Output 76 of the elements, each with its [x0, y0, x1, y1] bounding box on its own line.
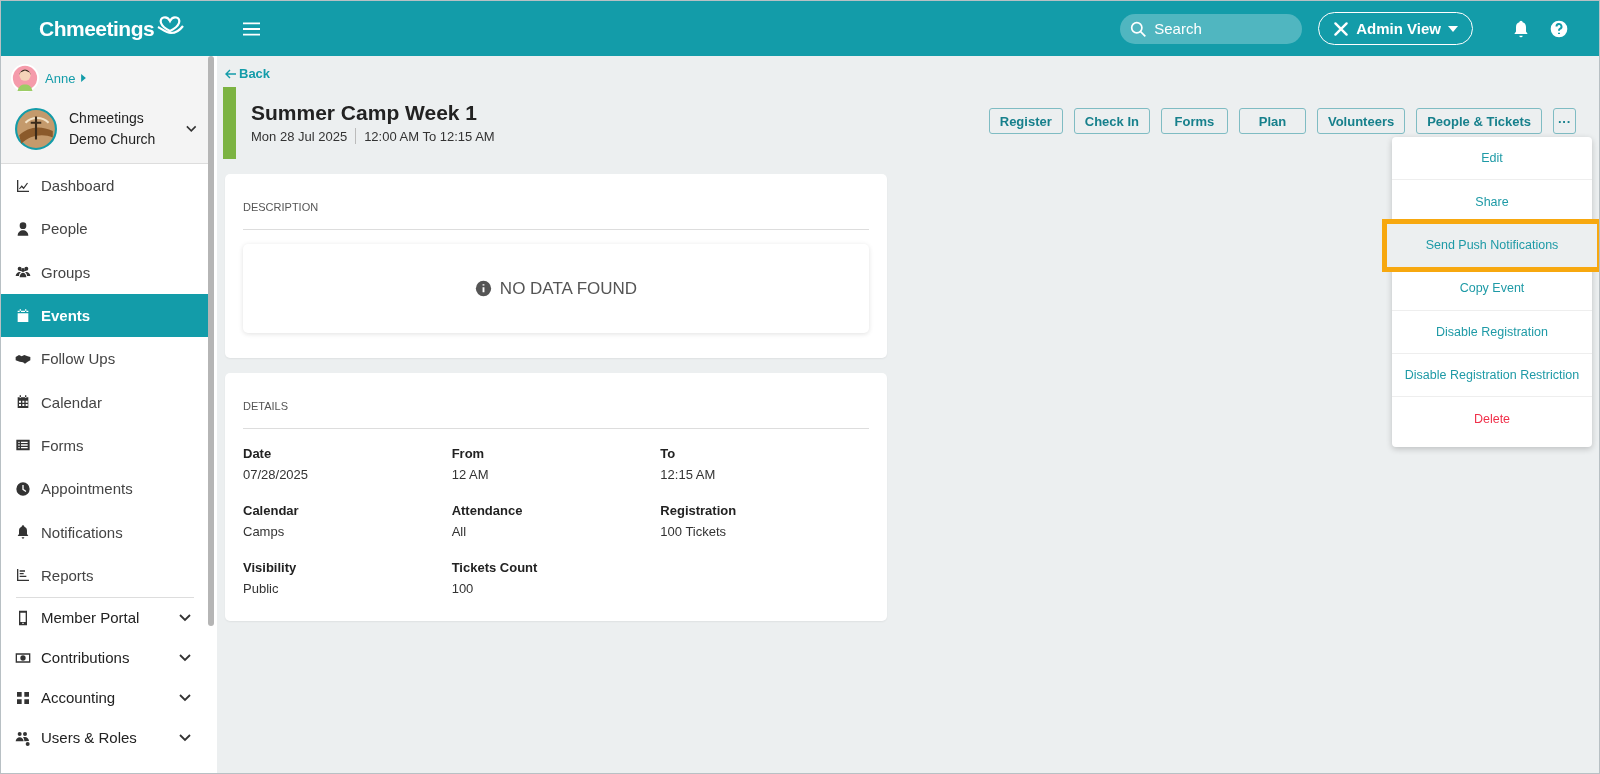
people-gear-icon — [15, 729, 31, 746]
field-label: Calendar — [243, 503, 300, 518]
search-field[interactable]: Search — [1120, 13, 1303, 44]
sidebar-item[interactable]: Groups — [1, 250, 209, 294]
chevron-down-icon — [179, 653, 191, 662]
field-value: 12 AM — [451, 467, 490, 482]
action-button[interactable]: Register — [988, 108, 1063, 134]
chart-icon — [15, 177, 31, 194]
scrollbar[interactable] — [208, 56, 214, 626]
church-name[interactable]: Chmeetings Demo Church — [69, 108, 175, 150]
empty-message: NO DATA FOUND — [499, 278, 638, 299]
field-value: 07/28/2025 — [243, 467, 310, 482]
event-title: Summer Camp Week 1 — [251, 101, 479, 125]
calendar-icon — [15, 394, 31, 411]
chevron-down-icon[interactable] — [186, 125, 197, 133]
field-label: Date — [243, 446, 273, 461]
section-heading: DETAILS — [243, 400, 869, 429]
sidebar-item[interactable]: Member Portal — [1, 597, 209, 638]
grid-icon — [15, 689, 31, 706]
bell-icon — [15, 524, 31, 540]
sidebar-item[interactable]: Follow Ups — [1, 337, 209, 381]
action-button[interactable]: People & Tickets — [1416, 108, 1542, 134]
field-label: Tickets Count — [451, 560, 539, 575]
report-icon — [15, 567, 31, 584]
field-label: Registration — [660, 503, 738, 518]
logo[interactable]: Chmeetings — [39, 16, 155, 41]
menu-item[interactable]: Delete — [1392, 397, 1592, 441]
sidebar-item[interactable]: Reports — [1, 553, 209, 597]
sidebar-item[interactable]: Users & Roles — [1, 717, 209, 758]
action-button[interactable]: Forms — [1160, 108, 1228, 134]
sidebar-item[interactable]: Dashboard — [1, 164, 209, 208]
user-link[interactable]: Anne — [45, 70, 76, 86]
menu-icon[interactable] — [243, 21, 260, 36]
menu-item[interactable]: Edit — [1392, 137, 1592, 181]
person-icon — [15, 220, 31, 237]
arrow-left-icon — [225, 68, 237, 79]
sidebar-item[interactable]: Accounting — [1, 677, 209, 718]
search-icon — [1130, 20, 1148, 38]
field-label: From — [451, 446, 486, 461]
section-heading: DESCRIPTION — [243, 201, 869, 230]
chevron-down-icon — [179, 733, 191, 742]
calendar-icon — [15, 307, 31, 324]
action-button[interactable]: Plan — [1238, 108, 1306, 134]
back-link[interactable]: Back — [225, 66, 1589, 81]
sidebar-item[interactable]: People — [1, 207, 209, 251]
menu-item[interactable]: Disable Registration Restriction — [1392, 353, 1592, 398]
sidebar-item[interactable]: Appointments — [1, 467, 209, 511]
field-value: Camps — [243, 524, 286, 539]
more-button[interactable]: ··· — [1553, 108, 1576, 134]
event-time: 12:00 AM To 12:15 AM — [364, 128, 495, 144]
menu-item[interactable]: Disable Registration — [1392, 310, 1592, 354]
field-value: 12:15 AM — [660, 467, 717, 482]
field-label: Visibility — [243, 560, 298, 575]
caret-icon — [81, 74, 87, 82]
chevron-down-icon — [179, 613, 191, 622]
sidebar-item[interactable]: Calendar — [1, 380, 209, 424]
help-icon[interactable] — [1549, 18, 1569, 39]
action-button[interactable]: Volunteers — [1316, 108, 1406, 134]
avatar-icon[interactable] — [11, 64, 39, 92]
chevron-down-icon — [179, 693, 191, 702]
action-button[interactable]: Check In — [1073, 108, 1150, 134]
sidebar-item[interactable]: Notifications — [1, 510, 209, 554]
sidebar-item[interactable]: Contributions — [1, 637, 209, 678]
field-label: To — [660, 446, 677, 461]
sidebar-item[interactable]: Events — [1, 293, 209, 338]
caret-icon — [1448, 25, 1458, 32]
field-value: Public — [243, 581, 280, 596]
info-icon — [474, 280, 492, 297]
clock-icon — [15, 480, 31, 497]
menu-item[interactable]: Copy Event — [1392, 267, 1592, 311]
field-label: Attendance — [451, 503, 524, 518]
field-value: 100 Tickets — [660, 524, 728, 539]
event-date: Mon 28 Jul 2025 — [251, 128, 348, 144]
field-value: All — [451, 524, 468, 539]
sidebar-item[interactable]: Forms — [1, 423, 209, 468]
field-value: 100 — [451, 581, 475, 596]
